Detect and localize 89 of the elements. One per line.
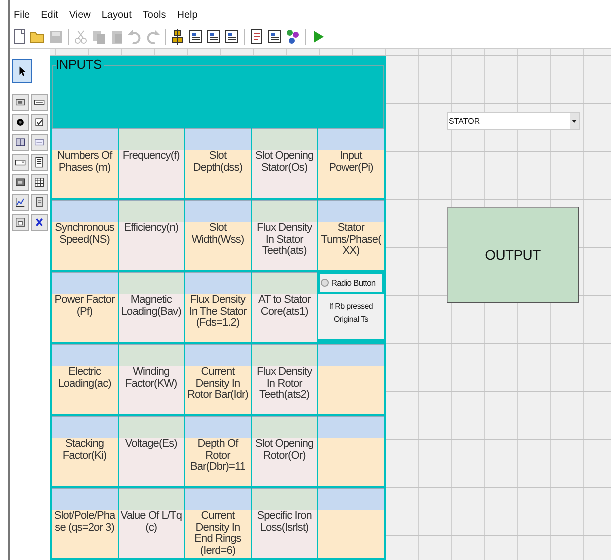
input-field[interactable] bbox=[118, 272, 184, 294]
input-field[interactable] bbox=[252, 416, 318, 438]
field-label: Magnetic Loading(Bav) bbox=[118, 294, 184, 342]
form-icon[interactable] bbox=[224, 29, 240, 45]
input-field[interactable] bbox=[52, 344, 118, 366]
input-field[interactable] bbox=[318, 128, 384, 150]
input-field[interactable] bbox=[52, 272, 118, 294]
report-tool-icon[interactable] bbox=[31, 194, 48, 211]
field-label: AT to Stator Core(ats1) bbox=[252, 294, 318, 342]
input-field[interactable] bbox=[318, 344, 384, 366]
input-field[interactable] bbox=[118, 488, 184, 510]
stator-dropdown[interactable]: STATOR bbox=[447, 112, 580, 130]
dots-icon[interactable] bbox=[285, 29, 301, 45]
menu-item[interactable]: Layout bbox=[102, 10, 132, 26]
input-field[interactable] bbox=[52, 200, 118, 222]
button-tool-icon[interactable] bbox=[12, 134, 29, 151]
textbox-tool-icon[interactable] bbox=[31, 94, 48, 111]
field-label: Current Density In End Rings (Ierd=6) bbox=[185, 510, 251, 558]
field-label: Efficiency(n) bbox=[118, 222, 184, 270]
grid-tool-icon[interactable] bbox=[31, 174, 48, 191]
input-field[interactable] bbox=[185, 128, 251, 150]
field-label: Flux Density In Rotor Teeth(ats2) bbox=[252, 366, 318, 414]
field-label: Voltage(Es) bbox=[118, 438, 184, 486]
field-label: Stacking Factor(Ki) bbox=[52, 438, 118, 486]
input-field[interactable] bbox=[118, 344, 184, 366]
input-field[interactable] bbox=[318, 416, 384, 438]
field-label: Synchronous Speed(NS) bbox=[52, 222, 118, 270]
field-label: Current Density In Rotor Bar(Idr) bbox=[185, 366, 251, 414]
label-tool-icon[interactable] bbox=[12, 94, 29, 111]
radio-tool-icon[interactable] bbox=[12, 114, 29, 131]
align-icon[interactable] bbox=[170, 29, 186, 45]
menu-item[interactable]: Tools bbox=[142, 10, 166, 26]
field-label: Value Of L/Tq (c) bbox=[118, 510, 184, 558]
menu-item[interactable]: Edit bbox=[41, 10, 58, 26]
list-tool-icon[interactable] bbox=[31, 154, 48, 171]
radio-button[interactable]: Radio Button bbox=[318, 272, 384, 294]
combo-tool-icon[interactable] bbox=[12, 154, 29, 171]
field-label: Specific Iron Loss(Isrlst) bbox=[252, 510, 318, 558]
input-field[interactable] bbox=[185, 416, 251, 438]
input-field[interactable] bbox=[118, 128, 184, 150]
pointer-icon[interactable] bbox=[12, 59, 32, 83]
radio-note: If Rb pressed Original Ts bbox=[318, 294, 384, 342]
form-icon[interactable] bbox=[267, 29, 283, 45]
form-icon[interactable] bbox=[206, 29, 222, 45]
input-field[interactable] bbox=[252, 200, 318, 222]
input-field[interactable] bbox=[252, 128, 318, 150]
menu-item[interactable]: Help bbox=[177, 10, 198, 26]
input-field[interactable] bbox=[185, 488, 251, 510]
delete-icon[interactable] bbox=[31, 214, 48, 231]
input-field[interactable] bbox=[252, 344, 318, 366]
input-field[interactable] bbox=[318, 200, 384, 222]
field-label: Slot Width(Wss) bbox=[185, 222, 251, 270]
checkbox-tool-icon[interactable] bbox=[31, 114, 48, 131]
field-label: Slot/Pole/Phase (qs=2or 3) bbox=[52, 510, 118, 558]
dropdown-arrow-icon bbox=[572, 120, 577, 122]
field-label: Stator Turns/Phase(XX) bbox=[318, 222, 384, 270]
input-field[interactable] bbox=[252, 272, 318, 294]
field-label: Input Power(Pi) bbox=[318, 150, 384, 198]
menu-item[interactable]: File bbox=[14, 10, 30, 26]
input-field[interactable] bbox=[185, 344, 251, 366]
input-field[interactable] bbox=[318, 488, 384, 510]
input-field[interactable] bbox=[52, 416, 118, 438]
field-label: Slot Opening Stator(Os) bbox=[252, 150, 318, 198]
input-field[interactable] bbox=[252, 488, 318, 510]
picture-tool-icon[interactable] bbox=[12, 174, 29, 191]
input-field[interactable] bbox=[52, 128, 118, 150]
input-field[interactable] bbox=[185, 200, 251, 222]
field-label: Power Factor (Pf) bbox=[52, 294, 118, 342]
input-field[interactable] bbox=[185, 272, 251, 294]
input-field[interactable] bbox=[52, 488, 118, 510]
new-file-icon[interactable] bbox=[12, 29, 28, 45]
field-label: Slot Opening Rotor(Or) bbox=[252, 438, 318, 486]
input-field[interactable] bbox=[118, 200, 184, 222]
field-label: Flux Density In The Stator (Fds=1.2) bbox=[185, 294, 251, 342]
field-label: Slot Depth(dss) bbox=[185, 150, 251, 198]
form-icon[interactable] bbox=[188, 29, 204, 45]
field-label: Frequency(f) bbox=[118, 150, 184, 198]
field-label: Numbers Of Phases (m) bbox=[52, 150, 118, 198]
subform-tool-icon[interactable] bbox=[12, 214, 29, 231]
menu-item[interactable]: View bbox=[69, 10, 91, 26]
input-field[interactable] bbox=[118, 416, 184, 438]
field-label: Winding Factor(KW) bbox=[118, 366, 184, 414]
output-button[interactable]: OUTPUT bbox=[447, 207, 579, 303]
field-label: Depth Of Rotor Bar(Dbr)=11 bbox=[185, 438, 251, 486]
document-icon[interactable] bbox=[249, 29, 265, 45]
panel-title: INPUTS bbox=[56, 57, 104, 72]
field-label: Electric Loading(ac) bbox=[52, 366, 118, 414]
field-label: Flux Density In Stator Teeth(ats) bbox=[252, 222, 318, 270]
chart-tool-icon[interactable] bbox=[12, 194, 29, 211]
